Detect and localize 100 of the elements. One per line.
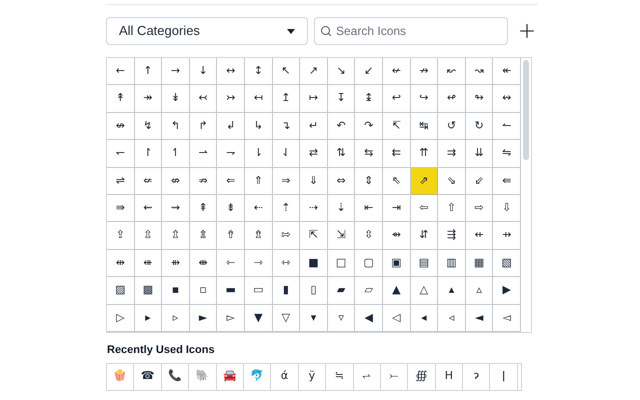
symbol-cell[interactable]: ↿ (162, 140, 190, 168)
symbol-cell[interactable]: ↓ (190, 58, 218, 86)
symbol-cell[interactable]: ▴ (438, 277, 466, 305)
symbol-cell[interactable]: ↣ (217, 85, 245, 113)
symbol-cell[interactable]: ◅ (493, 304, 521, 332)
symbol-cell[interactable]: ⇧ (438, 194, 466, 222)
symbol-cell[interactable]: ⇯ (245, 222, 273, 250)
symbol-cell[interactable]: ↻ (466, 112, 494, 140)
symbol-cell[interactable]: ⇌ (107, 168, 135, 195)
symbol-cell[interactable]: ⇑ (245, 168, 273, 195)
symbol-cell[interactable]: ▶ (493, 277, 521, 305)
symbol-cell[interactable]: ⇄ (300, 140, 328, 168)
symbol-cell[interactable]: ⇲ (328, 222, 356, 250)
recent-symbol-cell[interactable]: 📞 (162, 364, 190, 390)
symbol-cell[interactable]: ↗ (300, 58, 328, 86)
symbol-cell[interactable]: ⇇ (383, 140, 411, 168)
symbol-cell[interactable]: ▹ (162, 304, 190, 332)
symbol-cell[interactable]: ▪ (162, 277, 190, 305)
symbol-cell[interactable]: ⇫ (134, 222, 162, 250)
symbol-cell[interactable]: ↛ (410, 58, 438, 86)
symbol-cell[interactable]: ◂ (410, 304, 438, 332)
symbol-cell[interactable]: ▽ (272, 304, 300, 332)
symbol-cell[interactable]: ⇱ (300, 222, 328, 250)
symbol-cell[interactable]: ⇥ (383, 194, 411, 222)
symbol-cell[interactable]: ↸ (383, 112, 411, 140)
symbol-cell[interactable]: ▼ (245, 304, 273, 332)
recent-symbol-cell[interactable]: 🍿 (107, 364, 134, 390)
symbol-cell[interactable]: ↑ (134, 58, 162, 86)
symbol-cell[interactable]: ↩ (383, 85, 411, 113)
symbol-cell[interactable]: ▻ (217, 304, 245, 332)
recent-symbol-cell[interactable]: 🐬 (244, 364, 272, 390)
symbol-cell[interactable]: ⇘ (438, 168, 466, 195)
symbol-cell[interactable]: ⇦ (410, 194, 438, 222)
symbol-cell[interactable]: ↳ (245, 112, 273, 140)
symbol-cell[interactable]: ▣ (383, 250, 411, 278)
symbol-cell[interactable]: ↶ (328, 112, 356, 140)
recent-symbol-cell[interactable]: ά (271, 364, 299, 390)
symbol-cell[interactable]: ▬ (217, 277, 245, 305)
symbol-cell[interactable]: ▵ (466, 277, 494, 305)
symbol-cell[interactable]: ⇡ (272, 194, 300, 222)
symbol-cell[interactable]: ↔ (217, 58, 245, 86)
symbol-cell[interactable]: ▩ (134, 277, 162, 305)
symbol-cell[interactable]: ⇉ (438, 140, 466, 168)
symbol-cell[interactable]: ↰ (162, 112, 190, 140)
symbol-cell[interactable]: ▢ (355, 250, 383, 278)
symbol-cell[interactable]: ↽ (107, 140, 135, 168)
symbol-cell[interactable]: ↪ (410, 85, 438, 113)
symbol-cell[interactable]: ⇀ (190, 140, 218, 168)
symbol-cell[interactable]: ⇞ (190, 194, 218, 222)
recent-symbol-cell[interactable]: ⤚ (380, 364, 408, 390)
recent-symbol-cell[interactable]: H (436, 364, 464, 390)
symbol-cell[interactable]: ↴ (272, 112, 300, 140)
symbol-cell[interactable]: ↯ (134, 112, 162, 140)
symbol-cell[interactable]: ⇪ (107, 222, 135, 250)
symbol-cell[interactable]: ↱ (190, 112, 218, 140)
symbol-cell[interactable]: ► (190, 304, 218, 332)
symbol-cell[interactable]: ⇠ (245, 194, 273, 222)
symbol-cell[interactable]: ⇍ (134, 168, 162, 195)
symbol-cell[interactable]: ▤ (410, 250, 438, 278)
symbol-cell[interactable]: ↝ (466, 58, 494, 86)
symbol-cell[interactable]: ⇷ (466, 222, 494, 250)
symbol-cell[interactable]: ⇁ (217, 140, 245, 168)
symbol-cell[interactable]: ↠ (134, 85, 162, 113)
symbol-cell[interactable]: ⇒ (272, 168, 300, 195)
symbol-cell[interactable]: ⇾ (245, 250, 273, 278)
symbol-cell[interactable]: ↡ (162, 85, 190, 113)
symbol-cell[interactable]: ↭ (493, 85, 521, 113)
symbol-cell[interactable]: ▭ (245, 277, 273, 305)
symbol-cell[interactable]: ↲ (217, 112, 245, 140)
symbol-cell[interactable]: ▥ (438, 250, 466, 278)
symbol-cell[interactable]: ⇨ (466, 194, 494, 222)
recent-symbol-cell[interactable]: ǀ (490, 364, 518, 390)
symbol-cell[interactable]: ↨ (355, 85, 383, 113)
symbol-cell[interactable]: ⇿ (272, 250, 300, 278)
recent-symbol-cell[interactable]: 🐘 (189, 364, 217, 390)
recent-symbol-cell[interactable]: ɂ (463, 364, 490, 390)
symbol-cell[interactable]: ▷ (107, 304, 135, 332)
symbol-cell[interactable]: ⇏ (190, 168, 218, 195)
symbol-cell[interactable]: ⇤ (355, 194, 383, 222)
symbol-cell[interactable]: ↹ (410, 112, 438, 140)
symbol-cell[interactable]: △ (410, 277, 438, 305)
symbol-cell[interactable]: ⇛ (107, 194, 135, 222)
symbol-cell[interactable]: ⇸ (493, 222, 521, 250)
symbol-cell[interactable]: ▾ (300, 304, 328, 332)
symbol-cell[interactable]: ▸ (134, 304, 162, 332)
symbol-cell[interactable]: ▲ (383, 277, 411, 305)
symbol-cell[interactable]: ▧ (493, 250, 521, 278)
symbol-cell[interactable]: ⇐ (217, 168, 245, 195)
symbol-cell[interactable]: ▱ (355, 277, 383, 305)
symbol-cell[interactable]: ◁ (383, 304, 411, 332)
symbol-cell[interactable]: ↬ (466, 85, 494, 113)
symbol-cell[interactable]: ⇃ (272, 140, 300, 168)
symbol-cell[interactable]: ↖ (272, 58, 300, 86)
symbol-cell[interactable]: ↚ (383, 58, 411, 86)
search-field[interactable]: Search Icons (314, 17, 508, 45)
recent-symbol-cell[interactable]: ⥋ (354, 364, 381, 390)
symbol-cell[interactable]: ⇶ (438, 222, 466, 250)
symbol-cell[interactable]: ⇣ (328, 194, 356, 222)
symbol-cell[interactable]: ↦ (300, 85, 328, 113)
symbol-cell[interactable]: ⇎ (162, 168, 190, 195)
